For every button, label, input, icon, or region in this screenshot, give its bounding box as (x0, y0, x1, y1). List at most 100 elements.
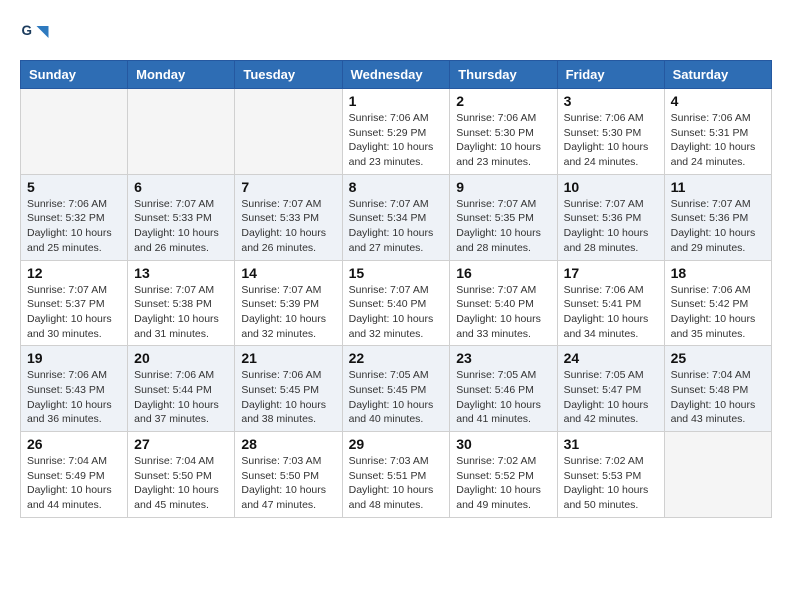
day-info: Sunrise: 7:06 AM Sunset: 5:41 PM Dayligh… (564, 283, 658, 342)
day-number: 1 (349, 93, 444, 109)
day-cell-21: 21 Sunrise: 7:06 AM Sunset: 5:45 PM Dayli… (235, 346, 342, 432)
day-info: Sunrise: 7:03 AM Sunset: 5:50 PM Dayligh… (241, 454, 335, 513)
logo: G (20, 20, 54, 50)
day-cell-1: 1 Sunrise: 7:06 AM Sunset: 5:29 PM Daylig… (342, 89, 450, 175)
weekday-header-thursday: Thursday (450, 61, 557, 89)
weekday-header-friday: Friday (557, 61, 664, 89)
day-info: Sunrise: 7:06 AM Sunset: 5:43 PM Dayligh… (27, 368, 121, 427)
day-cell-28: 28 Sunrise: 7:03 AM Sunset: 5:50 PM Dayli… (235, 432, 342, 518)
day-number: 19 (27, 350, 121, 366)
day-number: 15 (349, 265, 444, 281)
day-cell-2: 2 Sunrise: 7:06 AM Sunset: 5:30 PM Daylig… (450, 89, 557, 175)
day-info: Sunrise: 7:07 AM Sunset: 5:33 PM Dayligh… (241, 197, 335, 256)
day-cell-11: 11 Sunrise: 7:07 AM Sunset: 5:36 PM Dayli… (664, 174, 771, 260)
day-number: 21 (241, 350, 335, 366)
day-cell-30: 30 Sunrise: 7:02 AM Sunset: 5:52 PM Dayli… (450, 432, 557, 518)
week-row-3: 12 Sunrise: 7:07 AM Sunset: 5:37 PM Dayli… (21, 260, 772, 346)
day-info: Sunrise: 7:07 AM Sunset: 5:40 PM Dayligh… (456, 283, 550, 342)
day-number: 4 (671, 93, 765, 109)
day-cell-29: 29 Sunrise: 7:03 AM Sunset: 5:51 PM Dayli… (342, 432, 450, 518)
day-number: 23 (456, 350, 550, 366)
day-info: Sunrise: 7:07 AM Sunset: 5:40 PM Dayligh… (349, 283, 444, 342)
day-number: 28 (241, 436, 335, 452)
day-info: Sunrise: 7:05 AM Sunset: 5:46 PM Dayligh… (456, 368, 550, 427)
day-info: Sunrise: 7:03 AM Sunset: 5:51 PM Dayligh… (349, 454, 444, 513)
day-cell-26: 26 Sunrise: 7:04 AM Sunset: 5:49 PM Dayli… (21, 432, 128, 518)
day-number: 27 (134, 436, 228, 452)
page-header: G (20, 20, 772, 50)
day-info: Sunrise: 7:06 AM Sunset: 5:45 PM Dayligh… (241, 368, 335, 427)
day-info: Sunrise: 7:06 AM Sunset: 5:29 PM Dayligh… (349, 111, 444, 170)
day-cell-7: 7 Sunrise: 7:07 AM Sunset: 5:33 PM Daylig… (235, 174, 342, 260)
day-cell-14: 14Sunrise: 7:07 AM Sunset: 5:39 PM Dayli… (235, 260, 342, 346)
day-info: Sunrise: 7:04 AM Sunset: 5:49 PM Dayligh… (27, 454, 121, 513)
day-number: 14 (241, 265, 335, 281)
day-info: Sunrise: 7:07 AM Sunset: 5:37 PM Dayligh… (27, 283, 121, 342)
empty-cell (128, 89, 235, 175)
day-info: Sunrise: 7:04 AM Sunset: 5:50 PM Dayligh… (134, 454, 228, 513)
day-cell-23: 23 Sunrise: 7:05 AM Sunset: 5:46 PM Dayli… (450, 346, 557, 432)
day-number: 3 (564, 93, 658, 109)
day-info: Sunrise: 7:06 AM Sunset: 5:30 PM Dayligh… (456, 111, 550, 170)
day-cell-19: 19 Sunrise: 7:06 AM Sunset: 5:43 PM Dayli… (21, 346, 128, 432)
weekday-header-sunday: Sunday (21, 61, 128, 89)
day-number: 24 (564, 350, 658, 366)
day-number: 5 (27, 179, 121, 195)
day-cell-16: 16Sunrise: 7:07 AM Sunset: 5:40 PM Dayli… (450, 260, 557, 346)
day-number: 26 (27, 436, 121, 452)
weekday-header-monday: Monday (128, 61, 235, 89)
day-number: 17 (564, 265, 658, 281)
day-number: 12 (27, 265, 121, 281)
day-number: 13 (134, 265, 228, 281)
empty-cell (664, 432, 771, 518)
day-info: Sunrise: 7:05 AM Sunset: 5:45 PM Dayligh… (349, 368, 444, 427)
day-number: 30 (456, 436, 550, 452)
weekday-header-row: SundayMondayTuesdayWednesdayThursdayFrid… (21, 61, 772, 89)
svg-text:G: G (22, 23, 33, 38)
day-number: 29 (349, 436, 444, 452)
day-number: 11 (671, 179, 765, 195)
day-info: Sunrise: 7:02 AM Sunset: 5:53 PM Dayligh… (564, 454, 658, 513)
empty-cell (21, 89, 128, 175)
day-number: 22 (349, 350, 444, 366)
day-number: 8 (349, 179, 444, 195)
day-info: Sunrise: 7:04 AM Sunset: 5:48 PM Dayligh… (671, 368, 765, 427)
day-number: 31 (564, 436, 658, 452)
day-info: Sunrise: 7:06 AM Sunset: 5:32 PM Dayligh… (27, 197, 121, 256)
weekday-header-saturday: Saturday (664, 61, 771, 89)
day-info: Sunrise: 7:02 AM Sunset: 5:52 PM Dayligh… (456, 454, 550, 513)
day-cell-8: 8 Sunrise: 7:07 AM Sunset: 5:34 PM Daylig… (342, 174, 450, 260)
day-cell-6: 6Sunrise: 7:07 AM Sunset: 5:33 PM Daylig… (128, 174, 235, 260)
weekday-header-tuesday: Tuesday (235, 61, 342, 89)
calendar: SundayMondayTuesdayWednesdayThursdayFrid… (20, 60, 772, 518)
logo-icon: G (20, 20, 50, 50)
day-info: Sunrise: 7:06 AM Sunset: 5:44 PM Dayligh… (134, 368, 228, 427)
day-cell-4: 4 Sunrise: 7:06 AM Sunset: 5:31 PM Daylig… (664, 89, 771, 175)
day-number: 25 (671, 350, 765, 366)
week-row-4: 19 Sunrise: 7:06 AM Sunset: 5:43 PM Dayli… (21, 346, 772, 432)
day-info: Sunrise: 7:07 AM Sunset: 5:36 PM Dayligh… (671, 197, 765, 256)
week-row-2: 5 Sunrise: 7:06 AM Sunset: 5:32 PM Daylig… (21, 174, 772, 260)
day-cell-22: 22 Sunrise: 7:05 AM Sunset: 5:45 PM Dayli… (342, 346, 450, 432)
day-info: Sunrise: 7:07 AM Sunset: 5:35 PM Dayligh… (456, 197, 550, 256)
day-info: Sunrise: 7:06 AM Sunset: 5:31 PM Dayligh… (671, 111, 765, 170)
day-number: 7 (241, 179, 335, 195)
day-cell-5: 5 Sunrise: 7:06 AM Sunset: 5:32 PM Daylig… (21, 174, 128, 260)
day-number: 2 (456, 93, 550, 109)
day-cell-25: 25 Sunrise: 7:04 AM Sunset: 5:48 PM Dayli… (664, 346, 771, 432)
day-number: 18 (671, 265, 765, 281)
day-cell-15: 15 Sunrise: 7:07 AM Sunset: 5:40 PM Dayli… (342, 260, 450, 346)
day-cell-27: 27 Sunrise: 7:04 AM Sunset: 5:50 PM Dayli… (128, 432, 235, 518)
day-number: 20 (134, 350, 228, 366)
week-row-1: 1 Sunrise: 7:06 AM Sunset: 5:29 PM Daylig… (21, 89, 772, 175)
day-info: Sunrise: 7:07 AM Sunset: 5:36 PM Dayligh… (564, 197, 658, 256)
day-cell-10: 10Sunrise: 7:07 AM Sunset: 5:36 PM Dayli… (557, 174, 664, 260)
day-cell-12: 12 Sunrise: 7:07 AM Sunset: 5:37 PM Dayli… (21, 260, 128, 346)
day-info: Sunrise: 7:06 AM Sunset: 5:42 PM Dayligh… (671, 283, 765, 342)
day-number: 9 (456, 179, 550, 195)
day-cell-9: 9 Sunrise: 7:07 AM Sunset: 5:35 PM Daylig… (450, 174, 557, 260)
day-info: Sunrise: 7:07 AM Sunset: 5:34 PM Dayligh… (349, 197, 444, 256)
day-cell-24: 24Sunrise: 7:05 AM Sunset: 5:47 PM Dayli… (557, 346, 664, 432)
day-cell-31: 31 Sunrise: 7:02 AM Sunset: 5:53 PM Dayli… (557, 432, 664, 518)
day-info: Sunrise: 7:07 AM Sunset: 5:33 PM Dayligh… (134, 197, 228, 256)
